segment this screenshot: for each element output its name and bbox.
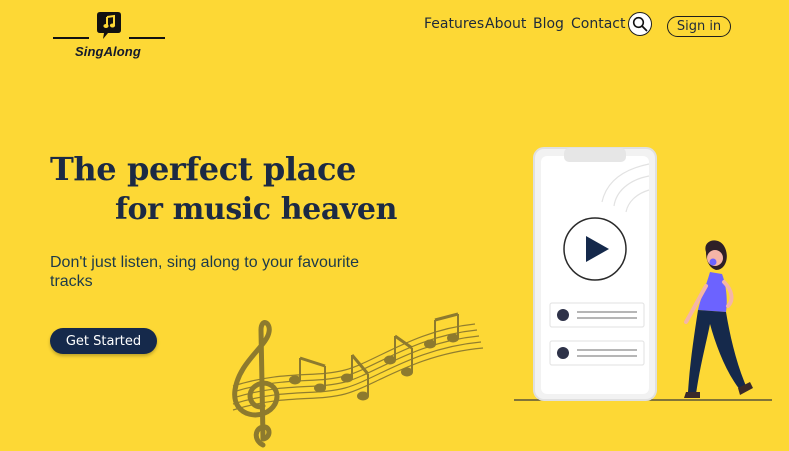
hero-title-line-2: for music heaven (115, 192, 397, 227)
search-button[interactable] (628, 12, 652, 36)
hero-subtitle: Don't just listen, sing along to your fa… (50, 254, 359, 290)
brand-name: SingAlong (75, 44, 141, 59)
logo-line-left (53, 37, 89, 39)
landing-page: SingAlong Features About Blog Contact Si… (0, 0, 789, 451)
nav-link-blog[interactable]: Blog (533, 16, 564, 32)
nav-link-features[interactable]: Features (424, 16, 484, 32)
phone-listener-illustration (514, 147, 772, 401)
speech-bubble-music-note-icon (95, 10, 123, 42)
get-started-button[interactable]: Get Started (50, 328, 157, 354)
brand-logo[interactable]: SingAlong (53, 10, 165, 62)
person-with-headphones (684, 240, 753, 398)
logo-line-right (129, 37, 165, 39)
nav-link-contact[interactable]: Contact (571, 16, 625, 32)
play-icon (563, 217, 627, 281)
nav-link-about[interactable]: About (485, 16, 526, 32)
search-icon (632, 16, 648, 32)
phone-mockup (533, 147, 657, 401)
music-staff-illustration (232, 312, 484, 448)
sign-in-button[interactable]: Sign in (667, 16, 731, 37)
hero-title-line-1: The perfect place (50, 150, 357, 188)
